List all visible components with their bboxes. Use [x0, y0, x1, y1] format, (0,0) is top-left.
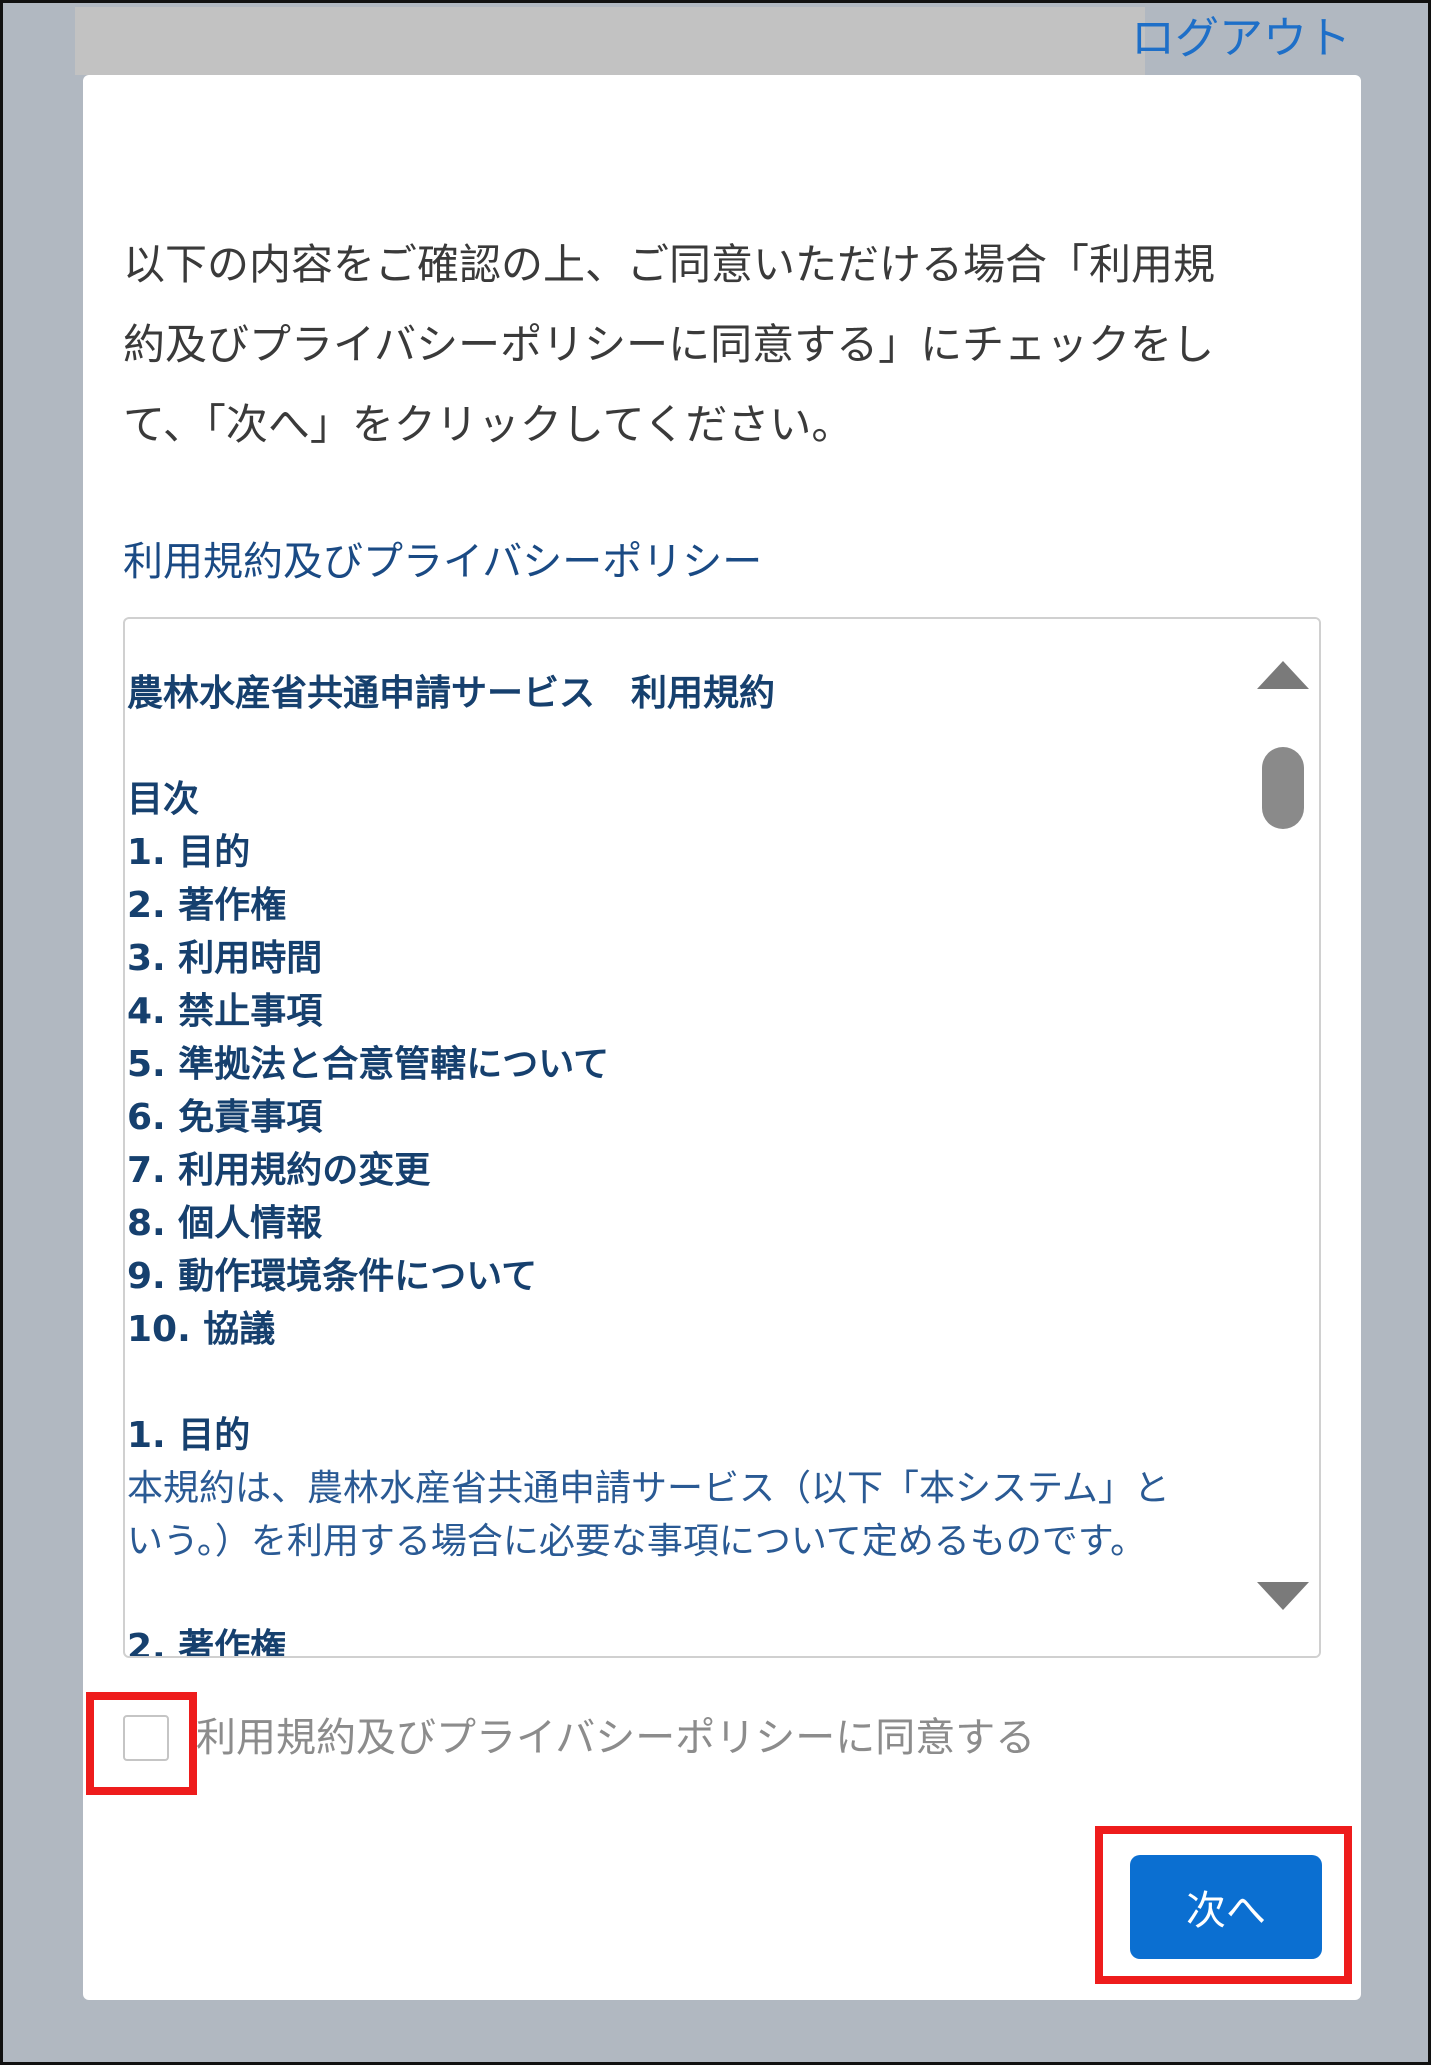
logout-link[interactable]: ログアウト: [1131, 9, 1351, 69]
scroll-down-arrow-icon[interactable]: [1257, 1582, 1309, 1610]
terms-line: 1. 目的: [127, 1415, 251, 1456]
instruction-text: 以下の内容をご確認の上、ご同意いただける場合「利用規 約及びプライバシーポリシー…: [123, 225, 1333, 465]
terms-blank-line: [127, 1568, 1247, 1621]
terms-line: 7. 利用規約の変更: [127, 1150, 431, 1191]
terms-scrollbar[interactable]: [1243, 619, 1319, 1656]
terms-line: 5. 準拠法と合意管轄について: [127, 1044, 610, 1085]
terms-section-label: 利用規約及びプライバシーポリシー: [123, 539, 763, 585]
instruction-line: 約及びプライバシーポリシーに同意する」にチェックをし: [123, 320, 1215, 369]
terms-line: 8. 個人情報: [127, 1203, 323, 1244]
terms-content: 農林水産省共通申請サービス 利用規約 目次 1. 目的 2. 著作権 3. 利用時間 4.…: [127, 667, 1247, 1658]
agree-checkbox-label[interactable]: 利用規約及びプライバシーポリシーに同意する: [196, 1705, 1035, 1771]
terms-line: いう。）を利用する場合に必要な事項について定めるものです。: [127, 1521, 1147, 1562]
terms-line: 6. 免責事項: [127, 1097, 323, 1138]
terms-line: 農林水産省共通申請サービス 利用規約: [127, 673, 776, 714]
scroll-up-arrow-icon[interactable]: [1257, 661, 1309, 689]
terms-line: 目次: [127, 779, 200, 820]
consent-card: 以下の内容をご確認の上、ご同意いただける場合「利用規 約及びプライバシーポリシー…: [83, 75, 1361, 2000]
terms-scroll-box[interactable]: 農林水産省共通申請サービス 利用規約 目次 1. 目的 2. 著作権 3. 利用時間 4.…: [123, 617, 1321, 1658]
terms-line: 3. 利用時間: [127, 938, 323, 979]
terms-line: 4. 禁止事項: [127, 991, 323, 1032]
screenshot-frame: ログアウト 以下の内容をご確認の上、ご同意いただける場合「利用規 約及びプライバ…: [0, 0, 1431, 2065]
terms-blank-line: [127, 1356, 1247, 1409]
next-button[interactable]: 次へ: [1130, 1855, 1322, 1959]
instruction-line: て、「次へ」をクリックしてください。: [123, 400, 854, 449]
terms-line: 2. 著作権: [127, 1627, 287, 1658]
terms-line: 10. 協議: [127, 1309, 276, 1350]
terms-line: 9. 動作環境条件について: [127, 1256, 538, 1297]
terms-line: 2. 著作権: [127, 885, 287, 926]
scroll-thumb[interactable]: [1262, 746, 1304, 829]
terms-line: 本規約は、農林水産省共通申請サービス（以下「本システム」と: [127, 1468, 1170, 1509]
header-bar: [75, 7, 1145, 75]
terms-blank-line: [127, 720, 1247, 773]
agree-checkbox[interactable]: [123, 1715, 169, 1761]
terms-line: 1. 目的: [127, 832, 251, 873]
instruction-line: 以下の内容をご確認の上、ご同意いただける場合「利用規: [123, 240, 1216, 289]
